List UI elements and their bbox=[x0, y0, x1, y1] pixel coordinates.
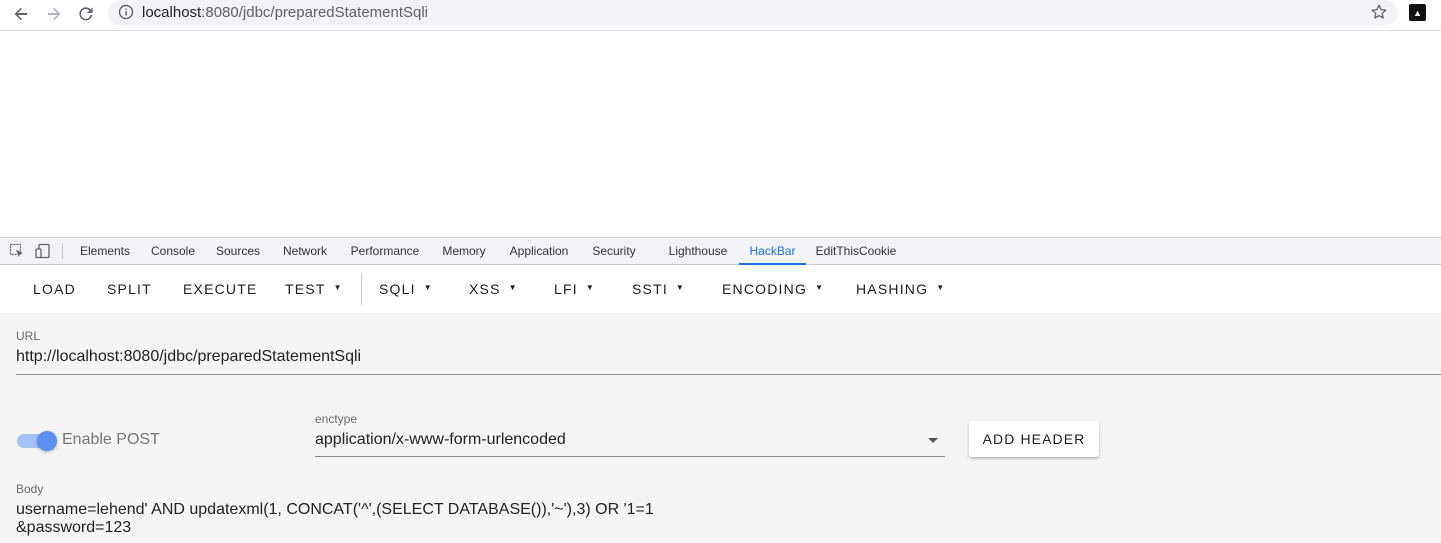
toolbar-divider bbox=[62, 243, 63, 259]
tab-performance[interactable]: Performance bbox=[348, 238, 422, 265]
encoding-menu-button[interactable]: ENCODING ▼ bbox=[722, 278, 824, 300]
site-info-icon[interactable] bbox=[118, 4, 134, 25]
url-host: localhost bbox=[142, 4, 202, 21]
tab-sources[interactable]: Sources bbox=[214, 238, 262, 265]
xss-menu-button[interactable]: XSS ▼ bbox=[469, 278, 518, 300]
chevron-down-icon: ▼ bbox=[508, 283, 518, 293]
chevron-down-icon: ▼ bbox=[675, 283, 686, 293]
hashing-menu-label: HASHING bbox=[856, 281, 929, 297]
toggle-thumb bbox=[37, 431, 57, 451]
tab-hackbar[interactable]: HackBar bbox=[739, 238, 806, 265]
xss-menu-label: XSS bbox=[469, 281, 501, 297]
enctype-label: enctype bbox=[315, 412, 358, 426]
ssti-menu-label: SSTI bbox=[632, 281, 668, 297]
body-textarea[interactable]: username=lehend' AND updatexml(1, CONCAT… bbox=[16, 501, 1416, 537]
add-header-button[interactable]: ADD HEADER bbox=[969, 421, 1099, 457]
hashing-menu-button[interactable]: HASHING ▼ bbox=[856, 278, 945, 300]
forward-icon[interactable] bbox=[42, 2, 66, 26]
chevron-down-icon: ▼ bbox=[333, 283, 343, 293]
test-menu-button[interactable]: TEST ▼ bbox=[285, 278, 343, 300]
bookmark-star-icon[interactable] bbox=[1370, 3, 1388, 26]
chevron-down-icon: ▼ bbox=[423, 283, 433, 293]
chevron-down-icon: ▼ bbox=[585, 283, 595, 293]
tab-editthiscookie[interactable]: EditThisCookie bbox=[814, 238, 898, 265]
tab-application[interactable]: Application bbox=[505, 238, 573, 265]
dropdown-arrow-icon bbox=[928, 438, 938, 443]
ssti-menu-button[interactable]: SSTI ▼ bbox=[632, 278, 685, 300]
lfi-menu-label: LFI bbox=[554, 281, 578, 297]
address-url[interactable]: localhost:8080/jdbc/preparedStatementSql… bbox=[142, 4, 428, 22]
reload-icon[interactable] bbox=[74, 2, 98, 26]
chevron-down-icon: ▼ bbox=[815, 283, 825, 293]
hackbar-toolbar: LOAD SPLIT EXECUTE TEST ▼ SQLI ▼ XSS ▼ LFI ▼… bbox=[0, 265, 1441, 313]
execute-button[interactable]: EXECUTE bbox=[183, 278, 258, 300]
hackbar-panel: URL http://localhost:8080/jdbc/preparedS… bbox=[0, 313, 1441, 543]
tab-lighthouse[interactable]: Lighthouse bbox=[665, 238, 731, 265]
tab-memory[interactable]: Memory bbox=[438, 238, 490, 265]
tab-security[interactable]: Security bbox=[589, 238, 639, 265]
sqli-menu-label: SQLI bbox=[379, 281, 416, 297]
devtools-tab-strip: Elements Console Sources Network Perform… bbox=[0, 237, 1441, 265]
device-toolbar-icon[interactable] bbox=[35, 243, 51, 259]
lfi-menu-button[interactable]: LFI ▼ bbox=[554, 278, 595, 300]
tab-elements[interactable]: Elements bbox=[78, 238, 132, 265]
encoding-menu-label: ENCODING bbox=[722, 281, 808, 297]
url-label: URL bbox=[16, 329, 41, 343]
extension-icon[interactable]: ▲ bbox=[1409, 4, 1426, 21]
enctype-select[interactable]: application/x-www-form-urlencoded bbox=[315, 431, 945, 455]
address-bar[interactable]: localhost:8080/jdbc/preparedStatementSql… bbox=[108, 0, 1398, 26]
split-button[interactable]: SPLIT bbox=[107, 278, 152, 300]
load-button[interactable]: LOAD bbox=[33, 278, 76, 300]
test-menu-label: TEST bbox=[285, 281, 326, 297]
url-path: :8080/jdbc/preparedStatementSqli bbox=[201, 4, 429, 21]
page-content bbox=[0, 31, 1441, 237]
back-icon[interactable] bbox=[9, 2, 33, 26]
enctype-select-underline bbox=[315, 456, 945, 457]
url-input[interactable]: http://localhost:8080/jdbc/preparedState… bbox=[16, 348, 361, 366]
body-label: Body bbox=[16, 482, 44, 496]
url-input-underline bbox=[16, 374, 1441, 375]
tab-network[interactable]: Network bbox=[279, 238, 331, 265]
enable-post-toggle[interactable] bbox=[17, 431, 57, 451]
enable-post-label: Enable POST bbox=[62, 431, 160, 448]
toolbar-divider bbox=[361, 273, 362, 305]
chevron-down-icon: ▼ bbox=[936, 283, 946, 293]
browser-toolbar: localhost:8080/jdbc/preparedStatementSql… bbox=[0, 0, 1441, 31]
tab-console[interactable]: Console bbox=[147, 238, 199, 265]
sqli-menu-button[interactable]: SQLI ▼ bbox=[379, 278, 433, 300]
inspect-element-icon[interactable] bbox=[9, 243, 25, 259]
